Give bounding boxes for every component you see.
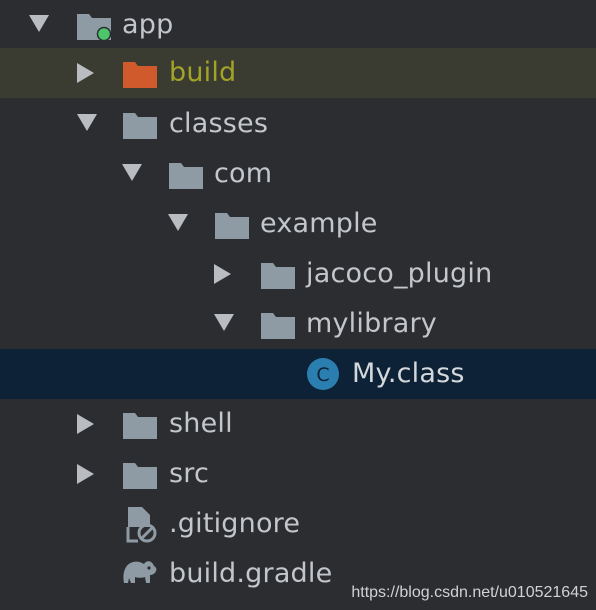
- tree-row-shell[interactable]: shell: [0, 399, 596, 449]
- ignored-file-icon: [126, 507, 157, 543]
- tree-row-build[interactable]: build: [0, 48, 596, 98]
- tree-item-label: build: [169, 57, 237, 88]
- gradle-elephant-icon: [123, 561, 157, 583]
- folder-icon: [261, 263, 295, 289]
- expand-arrow-icon[interactable]: [168, 214, 188, 231]
- module-folder-icon: [77, 14, 112, 41]
- folder-icon: [261, 313, 295, 339]
- collapse-arrow-icon[interactable]: [77, 464, 94, 484]
- tree-item-label: classes: [169, 108, 269, 139]
- folder-icon: [123, 113, 157, 139]
- expand-arrow-icon[interactable]: [214, 314, 234, 331]
- folder-icon: [123, 463, 157, 489]
- collapse-arrow-icon[interactable]: [77, 414, 94, 434]
- tree-item-label: example: [260, 208, 378, 239]
- tree-item-label: .gitignore: [169, 508, 301, 539]
- expand-arrow-icon[interactable]: [77, 114, 97, 131]
- tree-row-gitignore[interactable]: .gitignore: [0, 499, 596, 549]
- tree-item-label: app: [122, 9, 174, 40]
- tree-row-app[interactable]: app: [0, 0, 596, 50]
- tree-row-classes[interactable]: classes: [0, 99, 596, 149]
- tree-row-my-class[interactable]: C My.class: [0, 349, 596, 399]
- class-file-icon: C: [307, 358, 339, 390]
- tree-item-label: com: [214, 158, 273, 189]
- tree-row-example[interactable]: example: [0, 199, 596, 249]
- project-tree: app build classes com example jacoco_plu…: [0, 0, 596, 610]
- tree-item-label: shell: [169, 408, 233, 439]
- tree-item-label: build.gradle: [169, 558, 333, 589]
- tree-row-com[interactable]: com: [0, 149, 596, 199]
- excluded-folder-icon: [123, 62, 157, 88]
- tree-item-label: My.class: [352, 358, 465, 389]
- collapse-arrow-icon[interactable]: [214, 264, 231, 284]
- tree-item-label: jacoco_plugin: [306, 258, 493, 289]
- tree-row-src[interactable]: src: [0, 449, 596, 499]
- svg-text:C: C: [316, 364, 329, 386]
- folder-icon: [123, 413, 157, 439]
- tree-row-mylibrary[interactable]: mylibrary: [0, 299, 596, 349]
- watermark-text: https://blog.csdn.net/u010521645: [351, 584, 588, 601]
- tree-item-label: src: [169, 458, 210, 489]
- tree-item-label: mylibrary: [306, 308, 437, 339]
- collapse-arrow-icon[interactable]: [77, 63, 94, 83]
- expand-arrow-icon[interactable]: [122, 164, 142, 181]
- tree-row-jacoco-plugin[interactable]: jacoco_plugin: [0, 249, 596, 299]
- folder-icon: [215, 213, 249, 239]
- folder-icon: [169, 163, 203, 189]
- expand-arrow-icon[interactable]: [29, 15, 49, 32]
